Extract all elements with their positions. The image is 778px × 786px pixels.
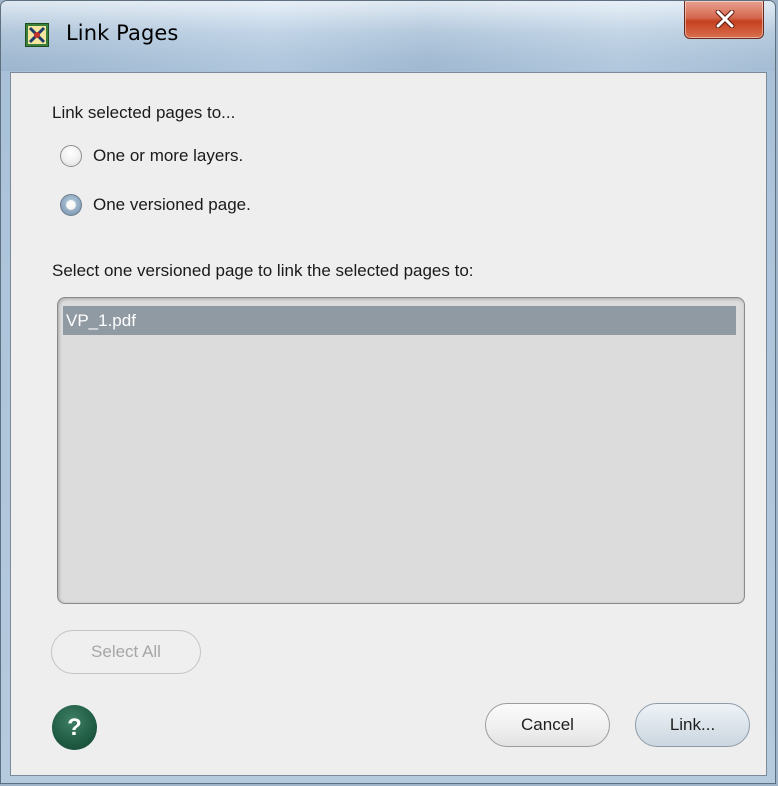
- radio-button-versioned-page[interactable]: [60, 194, 82, 216]
- versioned-page-list[interactable]: VP_1.pdf: [57, 297, 745, 604]
- link-button[interactable]: Link...: [635, 703, 750, 747]
- app-icon: [25, 23, 49, 47]
- list-item[interactable]: VP_1.pdf: [63, 306, 736, 335]
- radio-option-layers[interactable]: One or more layers.: [60, 143, 243, 169]
- radio-label-layers: One or more layers.: [93, 146, 244, 165]
- radio-option-versioned-page[interactable]: One versioned page.: [60, 192, 251, 218]
- help-icon: ?: [67, 713, 82, 741]
- radio-label-versioned-page: One versioned page.: [93, 195, 251, 214]
- select-all-button[interactable]: Select All: [51, 630, 201, 674]
- cancel-button[interactable]: Cancel: [485, 703, 610, 747]
- close-button[interactable]: [684, 1, 764, 39]
- title-bar[interactable]: Link Pages: [1, 1, 775, 71]
- dialog-content: Link selected pages to... One or more la…: [10, 72, 767, 776]
- link-pages-window: Link Pages Link selected pages to... One…: [0, 0, 776, 784]
- radio-button-layers[interactable]: [60, 145, 82, 167]
- link-target-label: Link selected pages to...: [52, 103, 236, 122]
- close-icon: [715, 10, 735, 28]
- window-title: Link Pages: [66, 21, 179, 45]
- help-button[interactable]: ?: [52, 705, 97, 750]
- versioned-page-list-label: Select one versioned page to link the se…: [52, 261, 474, 280]
